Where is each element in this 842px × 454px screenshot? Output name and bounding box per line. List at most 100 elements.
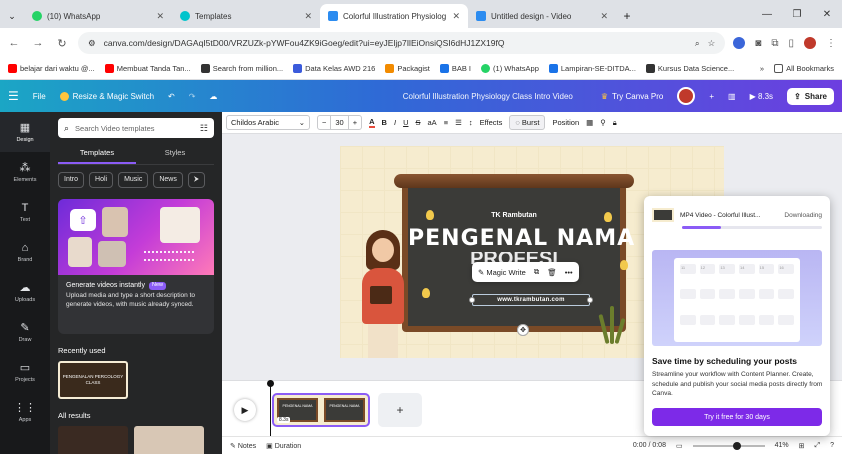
bookmark-item[interactable]: Kursus Data Science...: [645, 64, 734, 73]
trash-icon[interactable]: 🗑︎: [547, 268, 557, 277]
add-collaborator-icon[interactable]: +: [709, 92, 714, 101]
chip-intro[interactable]: Intro: [58, 172, 85, 188]
share-button[interactable]: ⇪ Share: [787, 87, 834, 105]
school-name-text[interactable]: TK Rambutan: [408, 212, 620, 219]
close-tab-icon[interactable]: ✕: [452, 11, 460, 22]
help-icon[interactable]: ?: [830, 442, 834, 449]
sidepanel-icon[interactable]: ▯: [788, 38, 794, 49]
text-color-icon[interactable]: A: [369, 117, 375, 128]
browser-tab-templates[interactable]: Templates ✕: [172, 4, 320, 28]
design-title[interactable]: Colorful Illustration Physiology Class I…: [403, 92, 573, 101]
puzzle-icon[interactable]: ⧉: [771, 38, 778, 49]
italic-icon[interactable]: I: [394, 118, 396, 127]
browser-menu-icon[interactable]: ⋮: [826, 38, 836, 49]
fullscreen-icon[interactable]: ⤢: [814, 442, 820, 450]
browser-tab-whatsapp[interactable]: (10) WhatsApp ✕: [24, 4, 172, 28]
generate-videos-promo[interactable]: ⇧ Generate videos instantly New Upload me…: [58, 199, 214, 334]
rail-brand[interactable]: ⌂ Brand: [0, 232, 50, 272]
zoom-magnifier-icon[interactable]: ⌕: [695, 38, 700, 49]
restore-icon[interactable]: ❐: [782, 0, 812, 28]
add-page-button[interactable]: +: [378, 393, 422, 427]
font-family-select[interactable]: Childos Arabic ⌄: [226, 115, 310, 130]
minimize-icon[interactable]: —: [752, 0, 782, 28]
text-case-icon[interactable]: aA: [428, 118, 437, 127]
chip-holi[interactable]: Holi: [89, 172, 114, 188]
close-tab-icon[interactable]: ✕: [156, 11, 164, 22]
position-button[interactable]: Position: [552, 118, 579, 127]
extension-icon[interactable]: [733, 37, 746, 49]
timeline-playhead[interactable]: [267, 380, 274, 437]
user-avatar[interactable]: [677, 87, 696, 105]
chip-news[interactable]: News: [153, 172, 183, 188]
site-info-icon[interactable]: ⚙: [88, 38, 96, 49]
slide-title-text[interactable]: PENGENAL NAMA: [408, 226, 634, 251]
new-tab-button[interactable]: +: [616, 4, 638, 28]
bold-icon[interactable]: B: [382, 118, 387, 127]
bookmark-item[interactable]: belajar dari waktu @...: [8, 64, 95, 73]
chip-music[interactable]: Music: [118, 172, 149, 188]
file-menu[interactable]: File: [33, 92, 46, 101]
list-icon[interactable]: ☰: [455, 118, 462, 127]
back-arrow-icon[interactable]: ←: [6, 37, 22, 49]
timeline-clip[interactable]: PENGENAL NAMA PENGENAL NAMA 8.3s: [272, 393, 370, 427]
zoom-slider[interactable]: [692, 441, 765, 450]
profile-avatar[interactable]: [804, 37, 816, 49]
try-free-button[interactable]: Try it free for 30 days: [652, 408, 822, 426]
forward-arrow-icon[interactable]: →: [30, 37, 46, 49]
zoom-slider-knob[interactable]: [732, 441, 741, 450]
notes-button[interactable]: ✎ Notes: [230, 442, 256, 450]
zoom-level[interactable]: 41%: [775, 442, 789, 449]
effects-button[interactable]: Effects: [480, 118, 503, 127]
rail-text[interactable]: T Text: [0, 192, 50, 232]
transparency-icon[interactable]: ▦: [586, 118, 593, 127]
result-thumbnail[interactable]: [134, 426, 204, 454]
result-thumbnail[interactable]: [58, 426, 128, 454]
reload-icon[interactable]: ↻: [54, 37, 70, 50]
move-icon[interactable]: ✥: [517, 324, 529, 336]
hamburger-menu-icon[interactable]: ☰: [8, 89, 19, 103]
duration-button[interactable]: ▣ Duration: [266, 442, 301, 450]
bookmark-star-icon[interactable]: ☆: [708, 38, 716, 49]
all-bookmarks-button[interactable]: All Bookmarks: [774, 64, 834, 73]
close-tab-icon[interactable]: ✕: [600, 11, 608, 22]
browser-tab-colorful-illustration[interactable]: Colorful Illustration Physiolog ✕: [320, 4, 468, 28]
play-preview-button[interactable]: ▶ 8.3s: [750, 92, 774, 101]
try-canva-pro-button[interactable]: ♛ Try Canva Pro: [601, 92, 663, 101]
bookmark-item[interactable]: Data Kelas AWD 216: [293, 64, 375, 73]
bookmark-item[interactable]: (1) WhatsApp: [481, 64, 539, 73]
undo-icon[interactable]: ↶: [168, 92, 175, 101]
font-size-increase-button[interactable]: +: [349, 116, 361, 129]
rail-apps[interactable]: ⋮⋮ Apps: [0, 392, 50, 432]
chip-next-arrow-icon[interactable]: ⮞: [187, 172, 205, 188]
bookmark-item[interactable]: BAB I: [439, 64, 471, 73]
spacing-icon[interactable]: ↕: [469, 118, 473, 127]
play-button[interactable]: ▶: [234, 399, 256, 421]
redo-icon[interactable]: ↷: [189, 92, 196, 101]
font-size-input[interactable]: 30: [330, 116, 349, 129]
underline-icon[interactable]: U: [403, 118, 408, 127]
tab-styles[interactable]: Styles: [136, 144, 214, 164]
insights-chart-icon[interactable]: ▥: [728, 92, 736, 101]
lock-icon[interactable]: 🔒︎: [613, 118, 617, 128]
bookmark-item[interactable]: Packagist: [385, 64, 430, 73]
url-omnibox[interactable]: ⚙ canva.com/design/DAGAqI5tD00/VRZUZk-pY…: [78, 32, 726, 54]
recent-template-thumbnail[interactable]: PENGENALAN PERCOLOGY CLASS: [58, 361, 128, 399]
magic-write-button[interactable]: ✎ Magic Write: [478, 268, 526, 277]
font-size-decrease-button[interactable]: −: [318, 116, 330, 129]
paint-format-icon[interactable]: ⚲: [600, 118, 606, 127]
resize-magic-switch-button[interactable]: Resize & Magic Switch: [59, 91, 154, 101]
tab-search-chevron-icon[interactable]: ⌄: [0, 4, 24, 28]
bookmark-item[interactable]: Lampiran-SE-DITDA...: [548, 64, 636, 73]
template-search-input[interactable]: ⌕ Search Video templates ☷: [58, 118, 214, 138]
rail-uploads[interactable]: ☁ Uploads: [0, 272, 50, 312]
resize-handle-left[interactable]: [469, 297, 475, 303]
more-bookmarks-button[interactable]: »: [760, 64, 764, 73]
tab-templates[interactable]: Templates: [58, 144, 136, 164]
rail-projects[interactable]: ▭ Projects: [0, 352, 50, 392]
rail-design[interactable]: ▦ Design: [0, 112, 50, 152]
rail-elements[interactable]: ⁂ Elements: [0, 152, 50, 192]
selected-url-text[interactable]: www.tkrambutan.com: [472, 294, 590, 306]
resize-handle-right[interactable]: [587, 297, 593, 303]
bookmark-item[interactable]: Search from million...: [200, 64, 283, 73]
page-view-icon[interactable]: ▭: [676, 442, 683, 450]
